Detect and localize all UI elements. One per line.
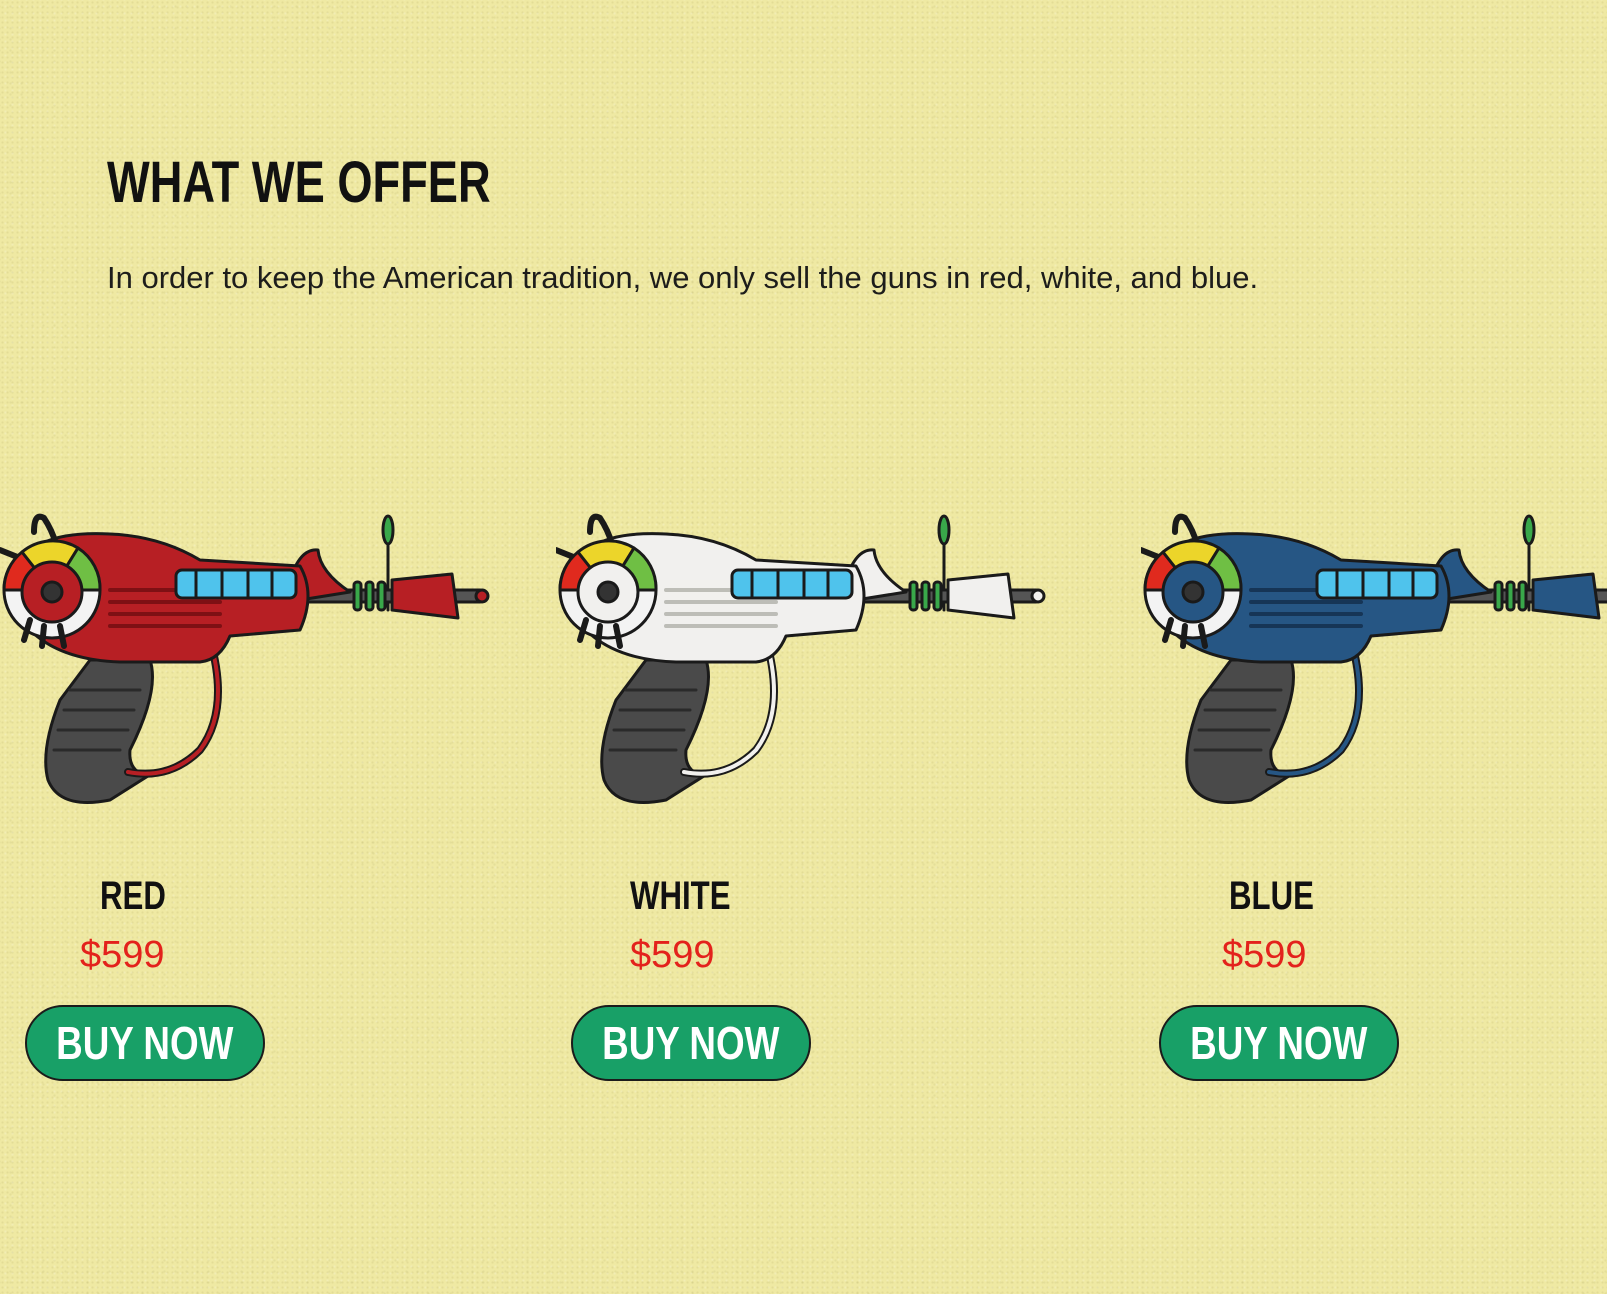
buy-now-label: BUY NOW bbox=[602, 1017, 780, 1069]
buy-now-label: BUY NOW bbox=[56, 1017, 234, 1069]
product-name: RED bbox=[100, 874, 166, 918]
buy-now-button-blue[interactable]: BUY NOW bbox=[1159, 1005, 1399, 1081]
product-name: BLUE bbox=[1229, 874, 1314, 918]
buy-now-button-red[interactable]: BUY NOW bbox=[25, 1005, 265, 1081]
product-name: WHITE bbox=[630, 874, 731, 918]
buy-now-button-white[interactable]: BUY NOW bbox=[571, 1005, 811, 1081]
ray-gun-red-image bbox=[0, 513, 490, 804]
ray-gun-white-image bbox=[556, 513, 1046, 804]
buy-now-label: BUY NOW bbox=[1190, 1017, 1368, 1069]
ray-gun-blue-image bbox=[1141, 513, 1607, 804]
product-price: $599 bbox=[1222, 934, 1307, 976]
product-price: $599 bbox=[80, 934, 165, 976]
product-price: $599 bbox=[630, 934, 715, 976]
section-title: WHAT WE OFFER bbox=[107, 150, 491, 215]
section-subtitle: In order to keep the American tradition,… bbox=[107, 260, 1259, 295]
